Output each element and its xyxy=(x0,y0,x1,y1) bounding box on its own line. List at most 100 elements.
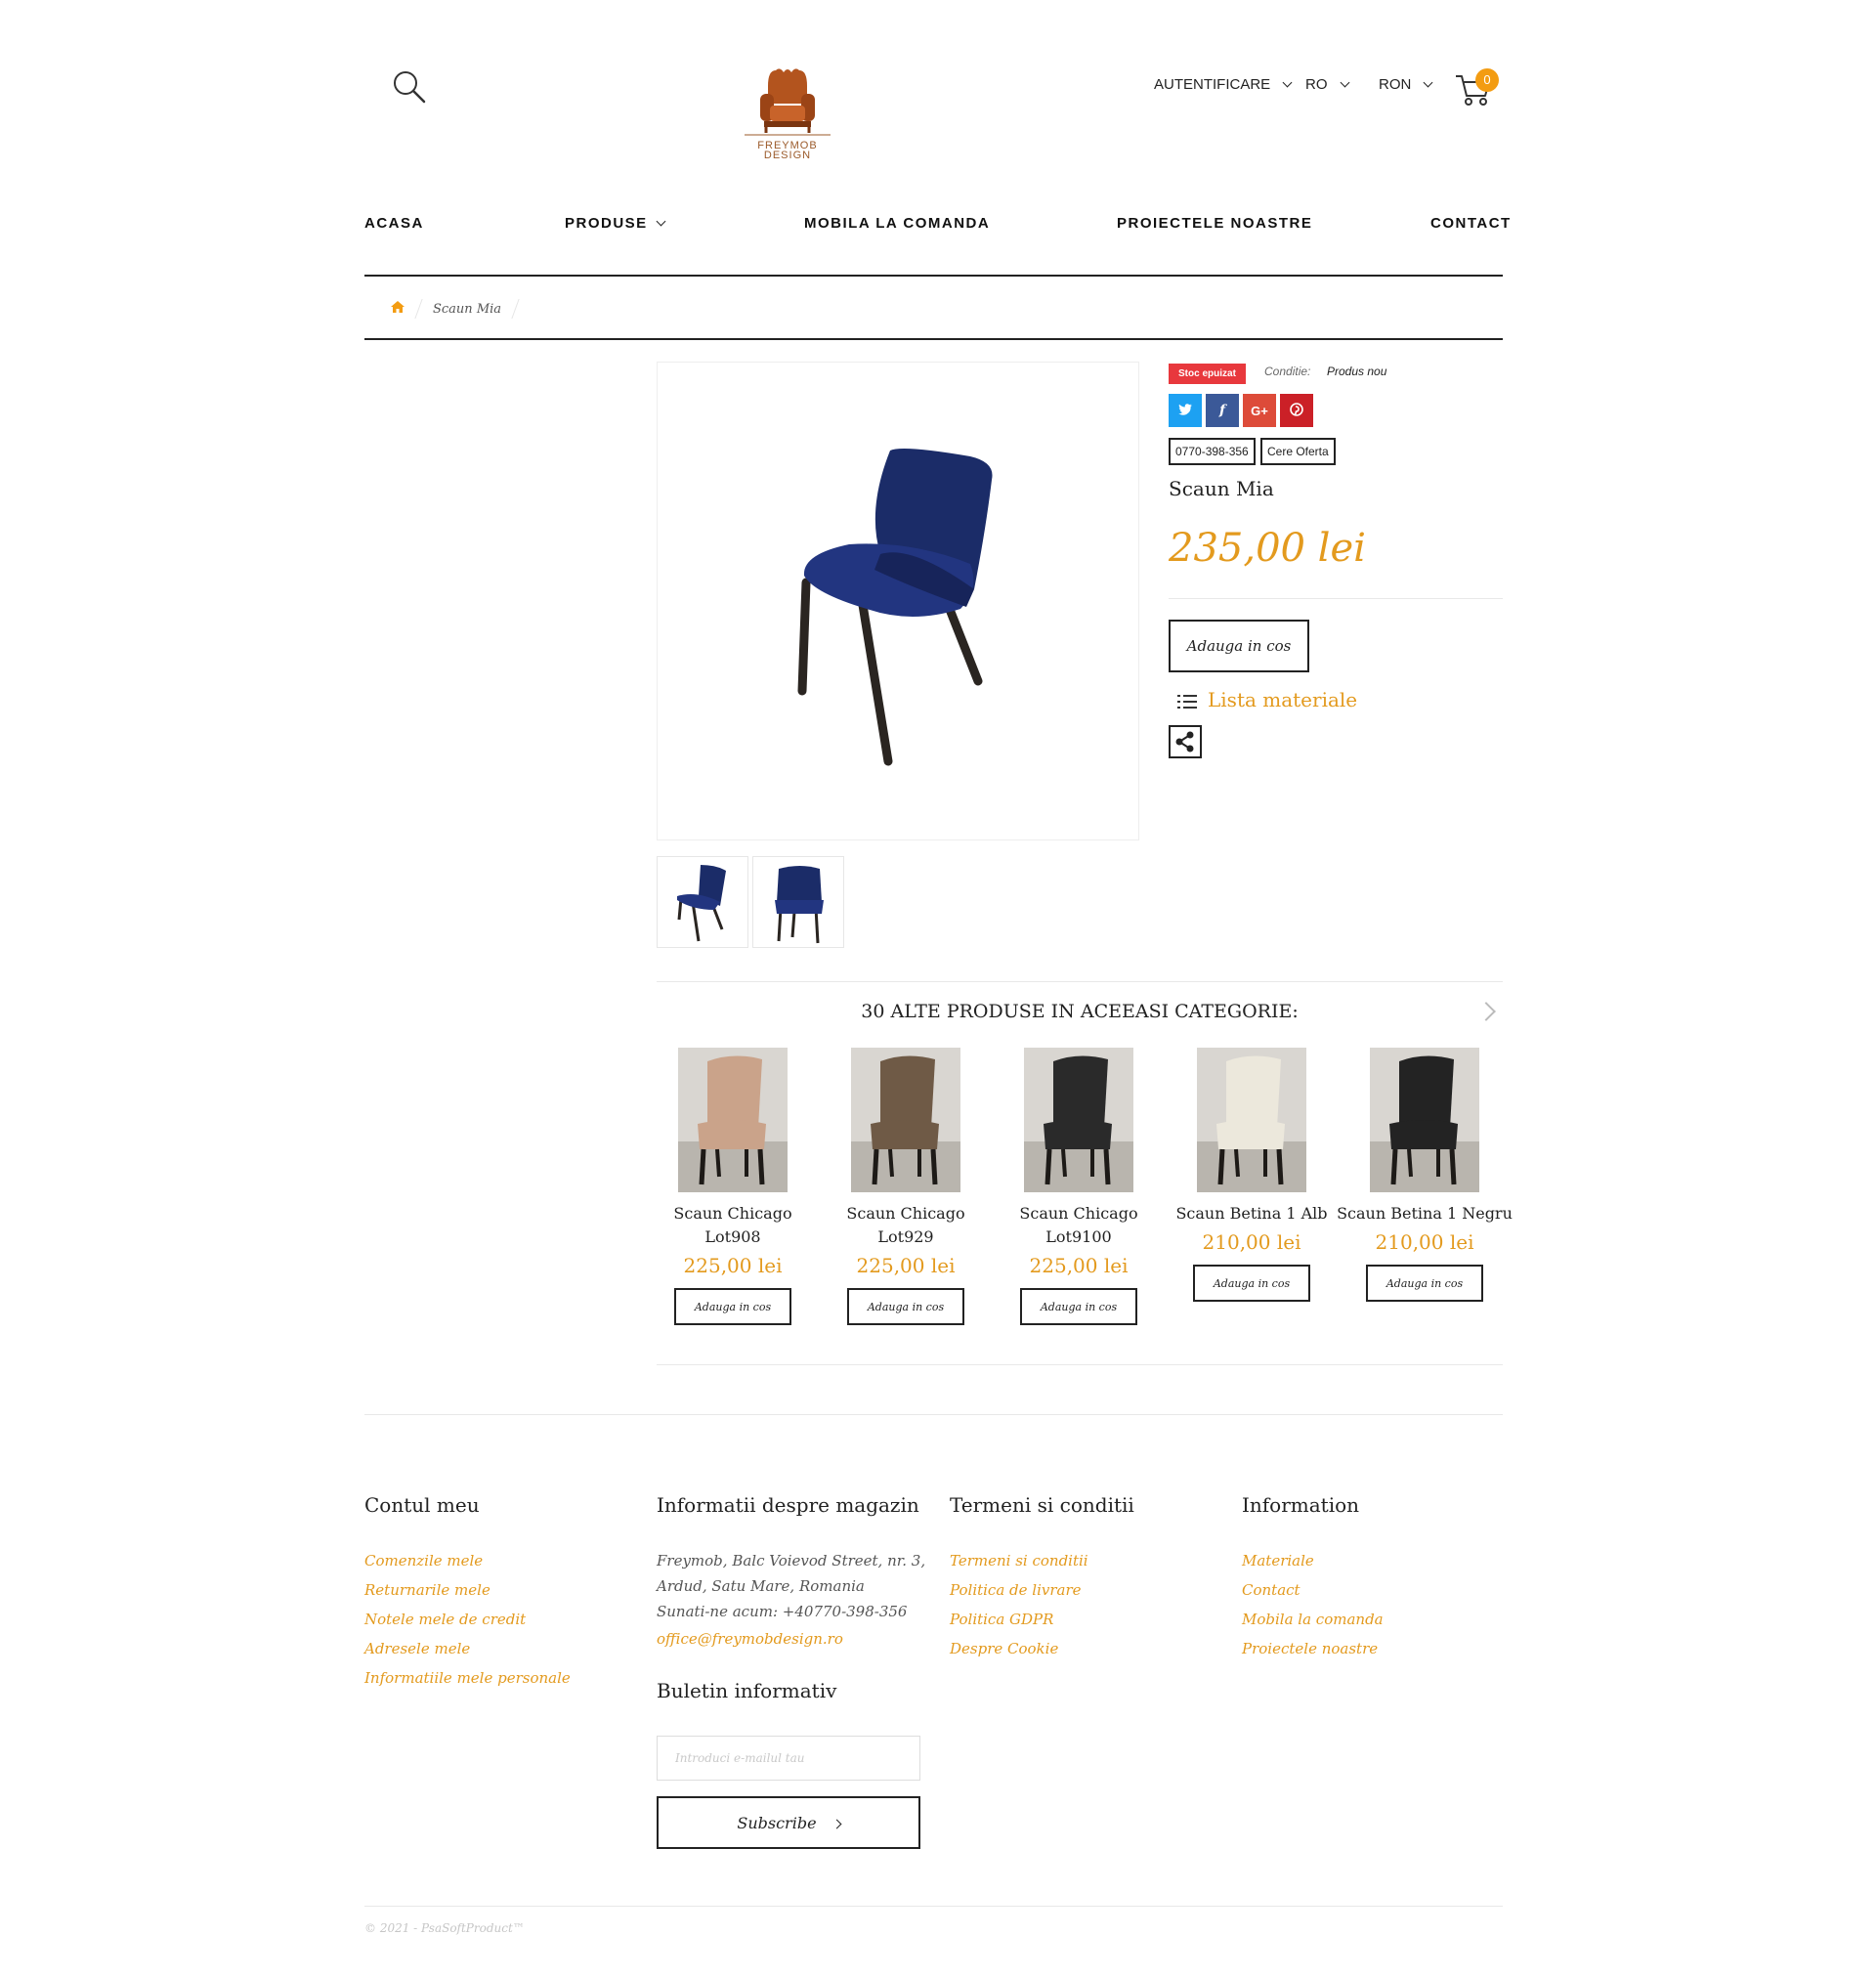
related-product-price: 225,00 lei xyxy=(1029,1254,1129,1277)
related-product-name[interactable]: Scaun Betina 1 Alb xyxy=(1164,1202,1340,1226)
related-product-image[interactable] xyxy=(851,1048,960,1192)
related-product-price: 225,00 lei xyxy=(856,1254,956,1277)
related-add-to-cart-button[interactable]: Adauga in cos xyxy=(1366,1265,1483,1302)
footer-link[interactable]: Politica de livrare xyxy=(950,1575,1088,1605)
related-product-card[interactable]: Scaun Chicago Lot908 225,00 lei Adauga i… xyxy=(645,1048,821,1325)
chevron-down-icon xyxy=(1423,77,1433,88)
twitter-share-button[interactable] xyxy=(1169,394,1202,427)
phone-button[interactable]: 0770-398-356 xyxy=(1169,438,1256,465)
login-label: AUTENTIFICARE xyxy=(1154,76,1271,93)
newsletter-title: Buletin informativ xyxy=(657,1679,837,1702)
footer-link[interactable]: Comenzile mele xyxy=(364,1546,571,1575)
store-address: Freymob, Balc Voievod Street, nr. 3, xyxy=(657,1552,926,1570)
breadcrumb: Scaun Mia xyxy=(391,299,520,319)
related-product-card[interactable]: Scaun Chicago Lot929 225,00 lei Adauga i… xyxy=(818,1048,994,1325)
footer-link[interactable]: Informatiile mele personale xyxy=(364,1663,571,1693)
materials-list-link[interactable]: Lista materiale xyxy=(1208,688,1357,711)
copyright-divider xyxy=(364,1906,1503,1907)
pinterest-share-button[interactable] xyxy=(1280,394,1313,427)
language-label: RO xyxy=(1305,76,1328,93)
cart-count-badge: 0 xyxy=(1475,68,1499,92)
facebook-share-button[interactable]: f xyxy=(1206,394,1239,427)
subscribe-label: Subscribe xyxy=(737,1813,817,1832)
newsletter-email-input[interactable] xyxy=(657,1736,920,1781)
footer-link[interactable]: Returnarile mele xyxy=(364,1575,571,1605)
nav-contact[interactable]: CONTACT xyxy=(1430,215,1512,232)
store-email-link[interactable]: office@freymobdesign.ro xyxy=(657,1624,925,1654)
request-offer-button[interactable]: Cere Oferta xyxy=(1260,438,1336,465)
product-price: 235,00 lei xyxy=(1169,526,1366,571)
breadcrumb-separator xyxy=(511,299,520,319)
store-phone: Sunati-ne acum: +40770-398-356 xyxy=(657,1603,908,1620)
related-product-name[interactable]: Scaun Chicago Lot908 xyxy=(645,1202,821,1249)
footer-account-links: Comenzile mele Returnarile mele Notele m… xyxy=(364,1546,571,1693)
footer-link[interactable]: Politica GDPR xyxy=(950,1605,1088,1634)
home-icon[interactable] xyxy=(391,301,405,317)
footer-account-title: Contul meu xyxy=(364,1493,480,1517)
chevron-right-icon xyxy=(831,1819,842,1828)
search-icon[interactable] xyxy=(391,68,430,108)
footer-link[interactable]: Notele mele de credit xyxy=(364,1605,571,1634)
footer-store-title: Informatii despre magazin xyxy=(657,1493,919,1517)
copyright-text: © 2021 - PsaSoftProduct™ xyxy=(364,1921,525,1935)
related-product-image[interactable] xyxy=(1370,1048,1479,1192)
related-product-name[interactable]: Scaun Betina 1 Negru xyxy=(1337,1202,1513,1226)
related-product-image[interactable] xyxy=(1024,1048,1133,1192)
google-plus-share-button[interactable]: G+ xyxy=(1243,394,1276,427)
twitter-icon xyxy=(1178,403,1192,418)
logo[interactable]: FREYMOB DESIGN xyxy=(741,64,834,162)
list-icon[interactable] xyxy=(1176,692,1198,713)
condition-label: Conditie: xyxy=(1264,365,1311,378)
footer-information-title: Information xyxy=(1242,1493,1360,1517)
login-dropdown[interactable]: AUTENTIFICARE xyxy=(1154,76,1293,93)
footer-store-info: Freymob, Balc Voievod Street, nr. 3, Ard… xyxy=(657,1548,925,1654)
nav-label: MOBILA LA COMANDA xyxy=(804,215,991,232)
footer-link[interactable]: Termeni si conditii xyxy=(950,1546,1088,1575)
nav-proiectele-noastre[interactable]: PROIECTELE NOASTRE xyxy=(1117,215,1312,232)
nav-label: CONTACT xyxy=(1430,215,1512,232)
footer-terms-title: Termeni si conditii xyxy=(950,1493,1134,1517)
product-thumbnail[interactable] xyxy=(752,856,844,948)
related-product-card[interactable]: Scaun Chicago Lot9100 225,00 lei Adauga … xyxy=(991,1048,1167,1325)
currency-dropdown[interactable]: RON xyxy=(1379,76,1433,93)
related-add-to-cart-button[interactable]: Adauga in cos xyxy=(1020,1288,1137,1325)
footer-link[interactable]: Proiectele noastre xyxy=(1242,1634,1384,1663)
related-product-name[interactable]: Scaun Chicago Lot929 xyxy=(818,1202,994,1249)
related-product-image[interactable] xyxy=(1197,1048,1306,1192)
logo-text-bottom: DESIGN xyxy=(763,150,812,161)
footer-information-links: Materiale Contact Mobila la comanda Proi… xyxy=(1242,1546,1384,1663)
share-icon[interactable] xyxy=(1169,725,1202,758)
related-product-card[interactable]: Scaun Betina 1 Alb 210,00 lei Adauga in … xyxy=(1164,1048,1340,1302)
related-product-price: 225,00 lei xyxy=(683,1254,783,1277)
footer-link[interactable]: Despre Cookie xyxy=(950,1634,1088,1663)
footer-link[interactable]: Materiale xyxy=(1242,1546,1384,1575)
related-product-name[interactable]: Scaun Chicago Lot9100 xyxy=(991,1202,1167,1249)
chevron-down-icon xyxy=(1340,77,1349,88)
add-to-cart-button[interactable]: Adauga in cos xyxy=(1169,620,1309,672)
condition-value: Produs nou xyxy=(1327,365,1387,378)
nav-produse[interactable]: PRODUSE xyxy=(565,215,666,232)
product-main-image[interactable] xyxy=(657,362,1139,840)
related-product-card[interactable]: Scaun Betina 1 Negru 210,00 lei Adauga i… xyxy=(1337,1048,1513,1302)
footer-link[interactable]: Mobila la comanda xyxy=(1242,1605,1384,1634)
product-thumbnail[interactable] xyxy=(657,856,748,948)
nav-mobila-la-comanda[interactable]: MOBILA LA COMANDA xyxy=(804,215,990,232)
breadcrumb-separator xyxy=(414,299,423,319)
footer-link[interactable]: Adresele mele xyxy=(364,1634,571,1663)
footer-link[interactable]: Contact xyxy=(1242,1575,1384,1605)
related-add-to-cart-button[interactable]: Adauga in cos xyxy=(1193,1265,1310,1302)
related-product-image[interactable] xyxy=(678,1048,788,1192)
facebook-icon: f xyxy=(1218,403,1226,418)
stock-status-badge: Stoc epuizat xyxy=(1169,364,1246,384)
related-add-to-cart-button[interactable]: Adauga in cos xyxy=(847,1288,964,1325)
subscribe-button[interactable]: Subscribe xyxy=(657,1796,920,1849)
related-products-title: 30 ALTE PRODUSE IN ACEEASI CATEGORIE: xyxy=(861,1001,1299,1022)
related-add-to-cart-button[interactable]: Adauga in cos xyxy=(674,1288,791,1325)
chevron-down-icon xyxy=(1282,77,1293,88)
currency-label: RON xyxy=(1379,76,1412,93)
nav-acasa[interactable]: ACASA xyxy=(364,215,424,232)
language-dropdown[interactable]: RO xyxy=(1305,76,1349,93)
nav-divider xyxy=(364,275,1503,277)
related-product-price: 210,00 lei xyxy=(1202,1230,1301,1254)
breadcrumb-divider xyxy=(364,338,1503,340)
